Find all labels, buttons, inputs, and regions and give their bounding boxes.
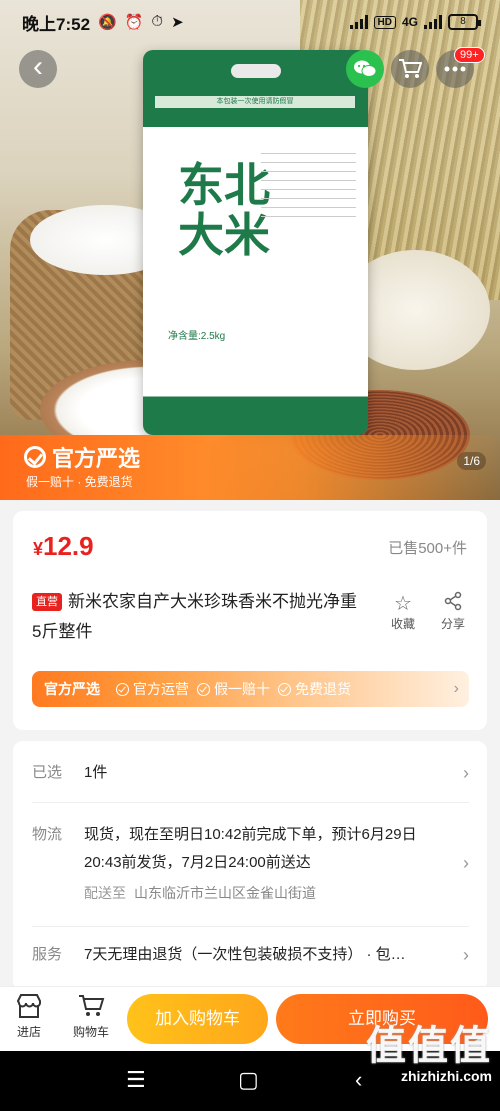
status-bar: 晚上7:52 🔕 ⏰ ⏱ ➤ HD 4G 8 — [0, 0, 500, 44]
notification-icon: ⏱ — [151, 13, 164, 30]
battery-icon: 8 — [448, 14, 481, 30]
store-icon — [4, 993, 54, 1023]
currency-symbol: ¥ — [33, 539, 44, 559]
rice-bag: 本包装一次使用请防假冒 东北大米 净含量:2.5kg — [143, 50, 368, 435]
direct-sale-tag: 直营 — [32, 593, 62, 611]
add-to-cart-label: 加入购物车 — [155, 1009, 240, 1028]
purchase-details-card: 已选 1件 › 物流 现货，现在至明日10:42前完成下单，预计6月29日20:… — [13, 741, 487, 991]
guarantee-text: 假一赔十 — [214, 681, 270, 697]
guarantee-text: 免费退货 — [295, 681, 351, 697]
service-row[interactable]: 服务 7天无理由退货（一次性包装破损不支持） · 包… › — [32, 941, 469, 975]
bag-weight: 净含量:2.5kg — [168, 331, 226, 342]
check-shield-icon — [24, 446, 46, 468]
service-value: 7天无理由退货（一次性包装破损不支持） · 包… — [84, 946, 406, 963]
wechat-share-button[interactable] — [346, 50, 384, 88]
favorite-label: 收藏 — [390, 617, 415, 631]
product-title-text: 新米农家自产大米珍珠香米不抛光净重5斤整件 — [32, 592, 357, 641]
cart-button[interactable] — [391, 50, 429, 88]
service-label: 服务 — [32, 946, 63, 963]
product-info-card: ¥12.9 已售500+件 直营 新米农家自产大米珍珠香米不抛光净重5斤整件 ☆ … — [13, 511, 487, 730]
bottom-cart-button[interactable]: 购物车 — [66, 993, 116, 1040]
share-label: 分享 — [440, 617, 465, 631]
official-guarantee-strip[interactable]: 官方严选 官方运营 假一赔十 免费退货 › — [32, 671, 469, 707]
official-selection-brand: 官方严选 — [24, 441, 140, 473]
home-icon[interactable]: ▢ — [238, 1067, 259, 1093]
watermark-url: zhizhizhi.com — [401, 1068, 492, 1084]
bag-band-text: 本包装一次使用请防假冒 — [155, 96, 355, 108]
more-dots-icon — [444, 66, 466, 72]
cart-icon — [66, 993, 116, 1023]
alarm-icon: ⏰ — [124, 14, 144, 31]
chevron-right-icon: › — [453, 680, 459, 697]
image-page-indicator: 1/6 — [457, 452, 486, 470]
network-type: 4G — [401, 15, 418, 29]
product-title: 直营 新米农家自产大米珍珠香米不抛光净重5斤整件 — [32, 587, 362, 647]
status-time: 晚上7:52 — [22, 14, 91, 34]
message-count-badge: 99+ — [454, 47, 485, 63]
menu-icon[interactable]: ☰ — [126, 1067, 146, 1093]
wechat-icon — [354, 60, 377, 77]
chevron-right-icon: › — [463, 763, 469, 783]
signal-icon — [349, 15, 368, 29]
strip-brand: 官方严选 — [44, 681, 100, 697]
favorite-button[interactable]: ☆ 收藏 — [383, 591, 423, 632]
back-button[interactable]: ‹ — [19, 50, 57, 88]
send-icon: ➤ — [171, 14, 184, 31]
product-price: ¥12.9 — [33, 531, 94, 562]
check-circle-icon — [197, 682, 210, 696]
bag-spec-lines — [261, 145, 356, 217]
price-value: 12.9 — [43, 531, 94, 561]
status-icons: 🔕 ⏰ ⏱ ➤ — [98, 13, 184, 31]
selected-label: 已选 — [32, 764, 63, 781]
hd-indicator: HD — [373, 15, 396, 29]
store-button[interactable]: 进店 — [4, 993, 54, 1040]
share-button[interactable]: 分享 — [433, 591, 473, 632]
star-icon: ☆ — [394, 593, 412, 615]
ship-to-value: 山东临沂市兰山区金雀山街道 — [134, 885, 316, 901]
selected-option-row[interactable]: 已选 1件 › — [32, 759, 469, 803]
cart-icon — [399, 59, 422, 78]
chevron-right-icon: › — [463, 853, 469, 873]
official-selection-banner: 官方严选 假一赔十 · 免费退货 — [0, 435, 500, 500]
bag-handle — [231, 64, 281, 78]
sold-count: 已售500+件 — [388, 540, 467, 557]
share-icon — [433, 591, 473, 615]
banner-subtitle: 假一赔十 · 免费退货 — [26, 475, 133, 489]
guarantee-item: 假一赔十 — [197, 679, 270, 699]
signal-icon-2 — [424, 15, 442, 29]
banner-brand-text: 官方严选 — [52, 446, 141, 471]
selected-value: 1件 — [84, 764, 108, 781]
watermark-logo: 值值值 — [366, 1024, 492, 1068]
back-icon[interactable]: ‹ — [355, 1067, 362, 1093]
delivery-address: 配送至 山东临沂市兰山区金雀山街道 — [84, 883, 316, 903]
check-circle-icon — [278, 682, 291, 696]
status-right: HD 4G 8 — [349, 14, 481, 30]
cart-label: 购物车 — [72, 1025, 109, 1039]
guarantee-item: 官方运营 — [116, 679, 189, 699]
chevron-right-icon: › — [463, 945, 469, 965]
add-to-cart-button[interactable]: 加入购物车 — [127, 994, 268, 1044]
guarantee-text: 官方运营 — [133, 681, 189, 697]
logistics-value: 现货，现在至明日10:42前完成下单，预计6月29日20:43前发货，7月2日2… — [84, 826, 417, 871]
logistics-label: 物流 — [32, 826, 63, 843]
logistics-row[interactable]: 物流 现货，现在至明日10:42前完成下单，预计6月29日20:43前发货，7月… — [32, 817, 469, 927]
check-circle-icon — [116, 682, 129, 696]
chevron-left-icon: ‹ — [33, 50, 43, 83]
mute-icon: 🔕 — [98, 14, 117, 31]
ship-to-label: 配送至 — [84, 885, 126, 901]
store-label: 进店 — [16, 1025, 41, 1039]
guarantee-item: 免费退货 — [278, 679, 351, 699]
watermark: 值值值 zhizhizhi.com — [366, 1024, 492, 1084]
